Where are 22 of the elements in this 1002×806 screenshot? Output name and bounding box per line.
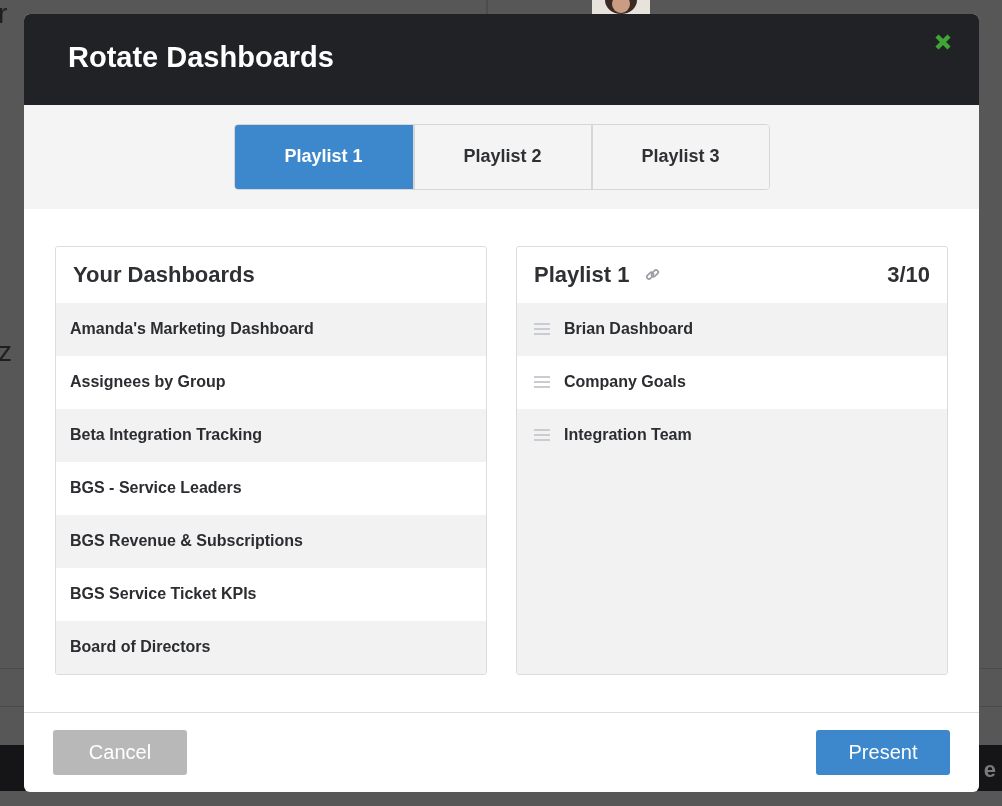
link-icon[interactable] [645,267,661,283]
dashboard-item[interactable]: BGS Revenue & Subscriptions [56,514,486,568]
panel-title: Playlist 1 [534,261,630,288]
playlist-item[interactable]: Company Goals [564,373,686,392]
drag-handle-icon[interactable] [534,429,550,442]
playlist-item[interactable]: Integration Team [564,426,692,445]
close-icon[interactable] [933,32,953,52]
dialog-title: Rotate Dashboards [68,41,334,76]
panel-title: Your Dashboards [73,261,255,288]
playlist-item[interactable]: Brian Dashboard [564,320,693,339]
playlist-tab[interactable]: Playlist 1 [234,125,413,189]
dashboard-item[interactable]: Amanda's Marketing Dashboard [56,302,486,356]
background-text: r [0,0,8,28]
present-button[interactable]: Present [816,729,950,775]
drag-handle-icon[interactable] [534,376,550,389]
drag-handle-icon[interactable] [534,323,550,336]
background-text: z [0,338,12,366]
background-text: e [983,757,996,783]
dashboard-item[interactable]: Board of Directors [56,620,486,674]
dashboard-item[interactable]: Beta Integration Tracking [56,408,486,462]
playlist-count: 3/10 [887,261,930,288]
playlist-tab[interactable]: Playlist 3 [590,125,769,189]
